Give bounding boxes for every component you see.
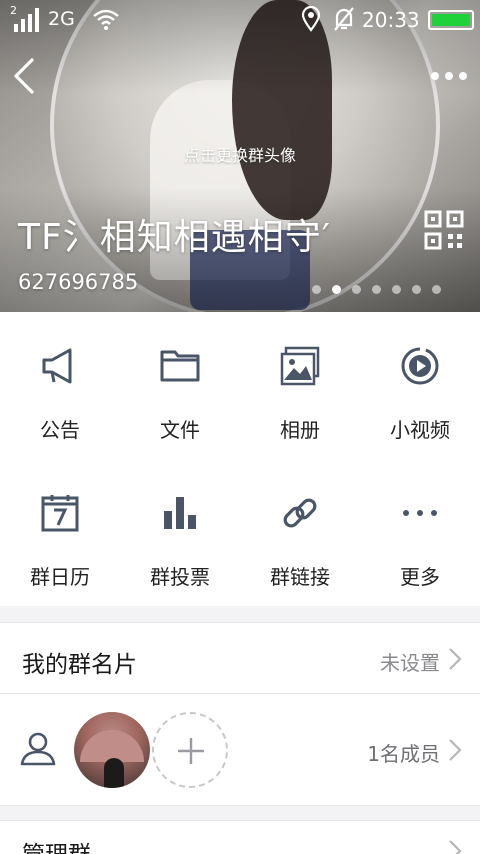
pager-dot — [352, 285, 361, 294]
chevron-right-icon — [449, 648, 462, 670]
pager-dot — [372, 285, 381, 294]
group-vote-label: 群投票 — [150, 565, 210, 589]
chevron-right-icon — [449, 840, 462, 854]
calendar-icon — [41, 495, 79, 532]
manage-group-row[interactable]: 管理群 — [0, 820, 480, 854]
album-icon — [280, 346, 320, 386]
group-card-title: 我的群名片 — [22, 652, 137, 678]
manage-group-title: 管理群 — [22, 835, 91, 854]
files-button[interactable]: 文件 — [120, 312, 240, 459]
pager-dot — [432, 285, 441, 294]
signal-icon — [14, 8, 39, 32]
announcement-button[interactable]: 公告 — [0, 312, 120, 459]
announcement-label: 公告 — [40, 418, 80, 442]
group-calendar-button[interactable]: 群日历 — [0, 459, 120, 606]
mute-bell-icon — [334, 7, 354, 31]
group-card-value: 未设置 — [380, 651, 440, 675]
more-button[interactable]: 更多 — [360, 459, 480, 606]
pager-dot — [412, 285, 421, 294]
change-avatar-hint[interactable]: 点击更换群头像 — [0, 142, 480, 166]
status-bar: 2 2G 20:33 — [0, 0, 480, 40]
battery-level — [432, 14, 470, 26]
members-icon — [20, 732, 56, 766]
more-options-icon[interactable] — [428, 62, 470, 90]
chevron-right-icon — [449, 739, 462, 761]
group-name: TF氵相知相遇相守′ — [18, 217, 331, 258]
back-arrow-icon[interactable] — [10, 56, 40, 96]
group-calendar-label: 群日历 — [30, 565, 90, 589]
my-group-card-row[interactable]: 我的群名片 未设置 — [0, 622, 480, 694]
clock-time: 20:33 — [362, 8, 420, 32]
group-id: 627696785 — [18, 270, 139, 294]
pager-dot — [392, 285, 401, 294]
avatar-photo-detail — [104, 758, 124, 788]
album-label: 相册 — [280, 418, 320, 442]
link-icon — [283, 498, 317, 528]
member-avatar[interactable] — [74, 712, 150, 788]
wifi-icon — [93, 9, 119, 30]
group-link-button[interactable]: 群链接 — [240, 459, 360, 606]
pager-dot — [312, 285, 321, 294]
vote-chart-icon — [164, 497, 196, 529]
members-row[interactable]: 1名成员 — [0, 694, 480, 806]
add-member-button[interactable] — [152, 712, 228, 788]
group-link-label: 群链接 — [270, 565, 330, 589]
member-count: 1名成员 — [367, 742, 440, 766]
more-dots-icon — [403, 510, 437, 516]
folder-icon — [160, 350, 200, 382]
group-vote-button[interactable]: 群投票 — [120, 459, 240, 606]
short-video-label: 小视频 — [390, 418, 450, 442]
qr-code-icon[interactable] — [424, 210, 464, 250]
video-icon — [401, 347, 439, 385]
album-button[interactable]: 相册 — [240, 312, 360, 459]
pager-dot — [332, 285, 341, 294]
short-video-button[interactable]: 小视频 — [360, 312, 480, 459]
files-label: 文件 — [160, 418, 200, 442]
network-type: 2G — [48, 8, 75, 30]
plus-icon — [178, 738, 204, 764]
megaphone-icon — [42, 348, 72, 384]
more-label: 更多 — [400, 565, 440, 589]
group-header: 2 2G 20:33 点击更换群头像 TF氵相知相遇相守′ 627696785 — [0, 0, 480, 312]
battery-icon — [428, 10, 474, 30]
location-icon — [301, 6, 321, 32]
pager-dots — [312, 285, 441, 295]
action-grid: 公告 文件 相册 小视频 群日历 群投票 群链接 更多 — [0, 312, 480, 606]
